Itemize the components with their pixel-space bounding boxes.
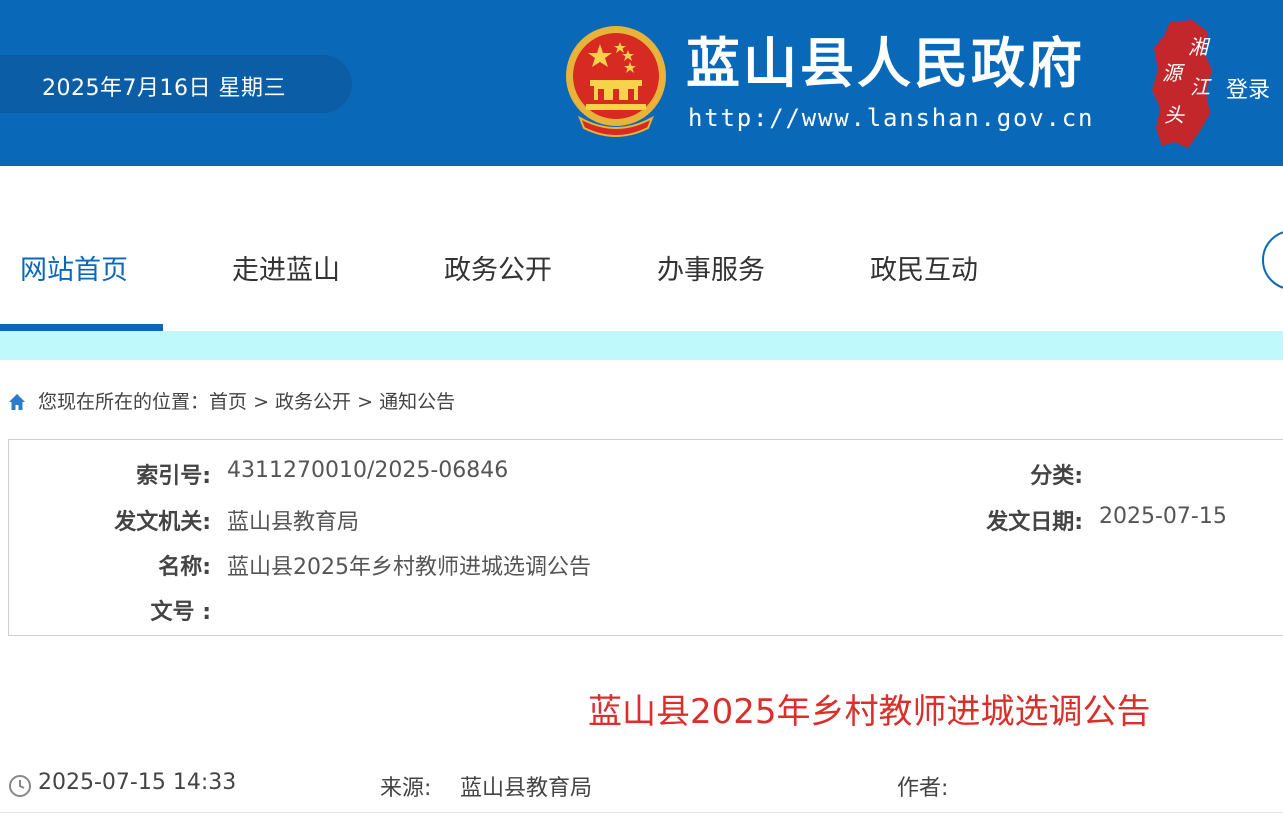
breadcrumb-notices[interactable]: 通知公告 [379,391,455,413]
nav-item-government-affairs[interactable]: 政务公开 [444,248,552,287]
site-header: 2025年7月16日 星期三 蓝山县人民政府 http://www.lansha… [0,0,1283,166]
breadcrumb-separator: > [253,391,269,413]
clock-icon [9,775,31,797]
source-value: 蓝山县教育局 [460,776,593,801]
nav-item-services[interactable]: 办事服务 [657,248,765,287]
breadcrumb-prefix: 您现在所在的位置： [38,391,210,413]
logo-char-4: 头 [1164,103,1185,127]
logo-char-2: 江 [1190,75,1212,99]
main-nav: 网站首页 走进蓝山 政务公开 办事服务 政民互动 [0,166,1283,330]
doc-name-label: 名称: [158,555,211,580]
logo-char-1: 湘 [1188,35,1211,59]
nav-active-underline [0,324,163,331]
issue-date-label: 发文日期: [986,510,1083,535]
breadcrumb-home[interactable]: 首页 [209,391,247,413]
nav-divider-bar [0,331,1283,360]
index-value: 4311270010/2025-06846 [227,458,509,483]
logo-char-3: 源 [1162,61,1185,85]
nav-item-interaction[interactable]: 政民互动 [870,248,978,287]
site-url: http://www.lanshan.gov.cn [688,104,1095,132]
doc-name-value: 蓝山县2025年乡村教师进城选调公告 [227,555,591,580]
source-label: 来源: [380,776,432,801]
meta-divider [0,812,1283,813]
category-label: 分类: [1030,464,1083,489]
nav-item-about[interactable]: 走进蓝山 [232,248,340,287]
current-date: 2025年7月16日 星期三 [42,76,286,101]
xiangjiang-source-logo-icon: 湘 江 源 头 [1152,20,1212,148]
author-label: 作者: [897,776,949,801]
home-icon [9,394,25,410]
site-title: 蓝山县人民政府 [686,32,1085,95]
national-emblem-icon [566,26,666,137]
breadcrumb-separator: > [357,391,374,413]
issuer-label: 发文机关: [114,510,211,535]
publish-datetime: 2025-07-15 14:33 [38,770,237,795]
breadcrumb-government-affairs[interactable]: 政务公开 [275,391,351,413]
issuer-value: 蓝山县教育局 [227,510,360,535]
nav-item-home[interactable]: 网站首页 [20,248,128,287]
issue-date-value: 2025-07-15 [1099,504,1227,529]
document-info-box: 索引号: 4311270010/2025-06846 分类: 发文机关: 蓝山县… [8,439,1283,636]
index-label: 索引号: [136,464,211,489]
doc-number-label: 文号 : [150,600,211,625]
article-title: 蓝山县2025年乡村教师进城选调公告 [588,692,1151,732]
login-link[interactable]: 登录 [1226,72,1270,104]
